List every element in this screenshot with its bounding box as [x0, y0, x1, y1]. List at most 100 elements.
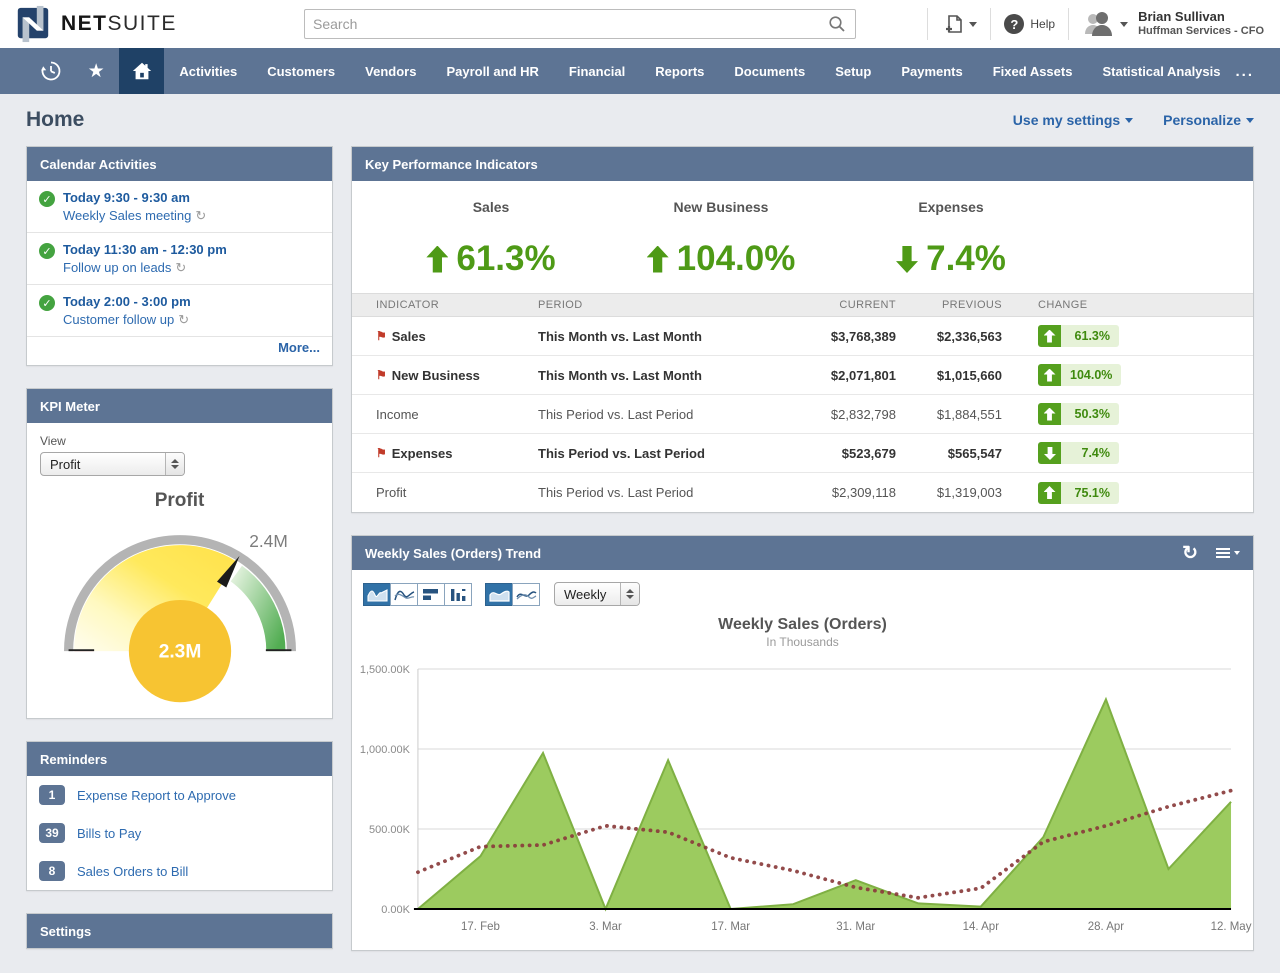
chevron-down-icon [1125, 118, 1133, 123]
create-new-button[interactable] [941, 12, 977, 36]
avatar-icon [1082, 10, 1116, 38]
up-arrow-icon [1044, 369, 1056, 382]
reminder-label: Expense Report to Approve [77, 788, 236, 803]
flag-icon: ⚑ [376, 368, 387, 382]
gauge-max-label: 2.4M [249, 531, 288, 551]
calendar-item-time: Today 9:30 - 9:30 am [63, 189, 206, 207]
help-button[interactable]: ? Help [1004, 14, 1055, 34]
nav-item-documents[interactable]: Documents [719, 48, 820, 94]
refresh-icon[interactable]: ↻ [178, 312, 189, 327]
kpi-headline-new-business[interactable]: New Business 104.0% [606, 199, 836, 279]
netsuite-logo-text: NETSUITE [61, 12, 177, 36]
main-nav: ★ Activities Customers Vendors Payroll a… [0, 48, 1280, 94]
nav-item-activities[interactable]: Activities [164, 48, 252, 94]
calendar-item-link[interactable]: Follow up on leads [63, 260, 171, 275]
area-chart-icon [367, 587, 388, 602]
reminder-label: Sales Orders to Bill [77, 864, 188, 879]
search-input[interactable] [313, 16, 827, 32]
nav-item-setup[interactable]: Setup [820, 48, 886, 94]
change-badge: 104.0% [1038, 364, 1121, 386]
page-title: Home [26, 108, 84, 132]
kpi-row-0[interactable]: ⚑Sales This Month vs. Last Month $3,768,… [352, 317, 1253, 356]
history-clock-icon [40, 60, 62, 82]
svg-text:31. Mar: 31. Mar [836, 921, 875, 933]
shortcuts-tab[interactable]: ★ [73, 48, 118, 94]
calendar-panel-header[interactable]: Calendar Activities [27, 147, 332, 181]
search-icon[interactable] [827, 14, 847, 34]
change-badge: 75.1% [1038, 482, 1119, 504]
chevron-down-icon [1246, 118, 1254, 123]
weekly-sales-header: Weekly Sales (Orders) Trend ↻ [352, 536, 1253, 570]
divider [927, 8, 928, 40]
kpi-panel-header[interactable]: Key Performance Indicators [352, 147, 1253, 181]
divider [990, 8, 991, 40]
reminder-item[interactable]: 1 Expense Report to Approve [27, 776, 332, 814]
kpi-row-3[interactable]: ⚑Expenses This Period vs. Last Period $5… [352, 434, 1253, 473]
reminders-header[interactable]: Reminders [27, 742, 332, 776]
hamburger-icon [1216, 548, 1230, 558]
gauge-title: Profit [40, 490, 319, 512]
kpi-meter-header[interactable]: KPI Meter [27, 389, 332, 423]
nav-item-vendors[interactable]: Vendors [350, 48, 431, 94]
svg-text:1,000.00K: 1,000.00K [360, 744, 411, 756]
nav-item-payroll-hr[interactable]: Payroll and HR [431, 48, 553, 94]
area-chart-button[interactable] [363, 583, 391, 606]
personalize-button[interactable]: Personalize [1163, 112, 1254, 128]
refresh-icon[interactable]: ↻ [175, 260, 186, 275]
chevron-down-icon [1120, 22, 1128, 27]
line-chart-button[interactable] [390, 583, 418, 606]
kpi-table-header: INDICATOR PERIOD CURRENT PREVIOUS CHANGE [352, 293, 1253, 317]
calendar-item-time: Today 11:30 am - 12:30 pm [63, 241, 227, 259]
global-search [304, 9, 856, 39]
user-menu-button[interactable] [1082, 10, 1128, 38]
nav-more-button[interactable]: ... [1235, 48, 1254, 94]
netsuite-logo[interactable]: NETSUITE [14, 4, 304, 44]
user-info[interactable]: Brian Sullivan Huffman Services - CFO [1138, 9, 1264, 39]
chart-type-group [364, 583, 472, 606]
use-my-settings-button[interactable]: Use my settings [1013, 112, 1133, 128]
refresh-icon[interactable]: ↻ [195, 208, 206, 223]
recent-records-tab[interactable] [28, 48, 73, 94]
panel-menu-button[interactable] [1216, 548, 1240, 558]
chart-toolbar: Weekly [352, 570, 1253, 608]
bar-chart-button[interactable] [417, 583, 445, 606]
check-circle-icon: ✓ [39, 295, 55, 311]
multi-series-button[interactable] [512, 583, 540, 606]
period-select-value: Weekly [564, 587, 606, 602]
select-stepper-icon [620, 583, 639, 605]
svg-text:17. Mar: 17. Mar [711, 921, 750, 933]
single-series-button[interactable] [485, 583, 513, 606]
refresh-icon[interactable]: ↻ [1182, 544, 1198, 563]
nav-item-reports[interactable]: Reports [640, 48, 719, 94]
page-header: Home Use my settings Personalize [26, 94, 1254, 146]
column-chart-button[interactable] [444, 583, 472, 606]
kpi-headline-sales[interactable]: Sales 61.3% [376, 199, 606, 279]
kpi-meter-view-select[interactable]: Profit [40, 452, 185, 476]
calendar-more-link[interactable]: More... [278, 340, 320, 355]
kpi-headline-expenses[interactable]: Expenses 7.4% [836, 199, 1066, 279]
home-tab[interactable] [119, 48, 164, 94]
settings-header[interactable]: Settings [27, 914, 332, 948]
nav-item-customers[interactable]: Customers [252, 48, 350, 94]
svg-text:0.00K: 0.00K [381, 904, 410, 916]
check-circle-icon: ✓ [39, 191, 55, 207]
calendar-activities-panel: Calendar Activities ✓ Today 9:30 - 9:30 … [26, 146, 333, 366]
kpi-row-4[interactable]: ⚑Profit This Period vs. Last Period $2,3… [352, 473, 1253, 512]
kpi-row-2[interactable]: ⚑Income This Period vs. Last Period $2,8… [352, 395, 1253, 434]
reminder-item[interactable]: 8 Sales Orders to Bill [27, 852, 332, 890]
period-select[interactable]: Weekly [554, 582, 640, 606]
reminder-item[interactable]: 39 Bills to Pay [27, 814, 332, 852]
calendar-item-link[interactable]: Weekly Sales meeting [63, 208, 191, 223]
kpi-meter-panel: KPI Meter View Profit Profit [26, 388, 333, 719]
up-arrow-icon [1044, 408, 1056, 421]
kpi-headline: Sales 61.3% New Business 104.0% Expenses… [352, 181, 1253, 293]
calendar-item-link[interactable]: Customer follow up [63, 312, 174, 327]
kpi-row-1[interactable]: ⚑New Business This Month vs. Last Month … [352, 356, 1253, 395]
nav-item-fixed-assets[interactable]: Fixed Assets [978, 48, 1088, 94]
nav-item-payments[interactable]: Payments [886, 48, 977, 94]
nav-items: Activities Customers Vendors Payroll and… [164, 48, 1235, 94]
weekly-chart-svg[interactable]: 0.00K500.00K1,000.00K1,500.00K17. Feb3. … [352, 653, 1253, 945]
nav-item-statistical-analysis[interactable]: Statistical Analysis [1087, 48, 1235, 94]
nav-item-financial[interactable]: Financial [554, 48, 640, 94]
up-arrow-icon [1044, 486, 1056, 499]
